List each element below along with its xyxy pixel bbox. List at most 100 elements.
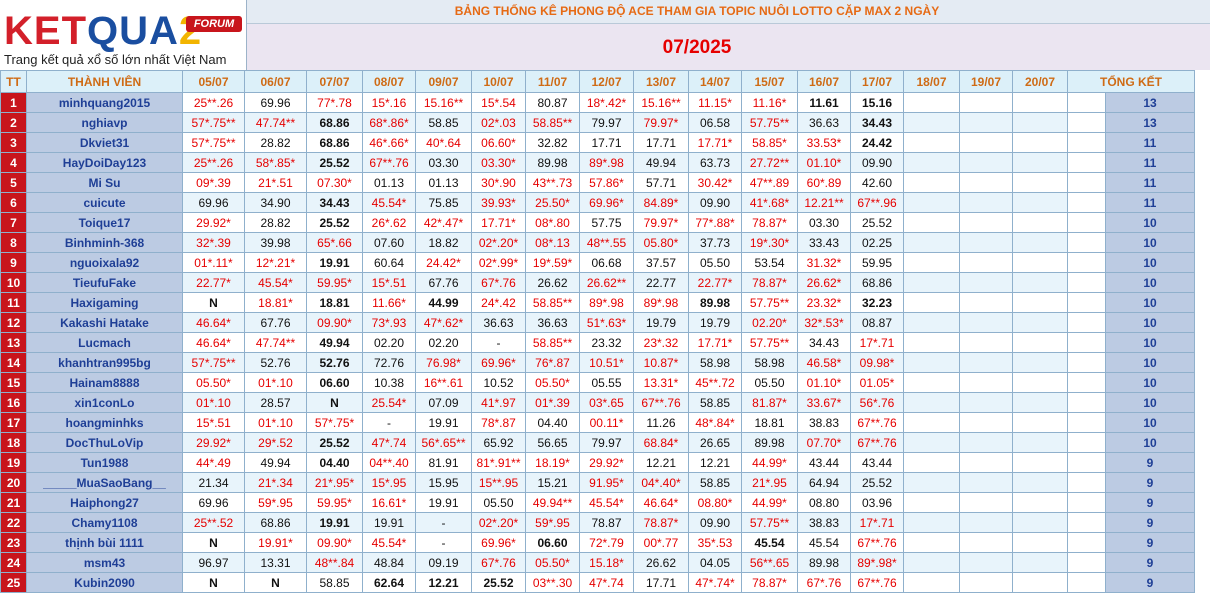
result-cell: 01.05* xyxy=(850,372,904,393)
empty-cell xyxy=(1012,112,1068,133)
member-name[interactable]: Dkviet31 xyxy=(26,132,183,153)
page-title: BẢNG THỐNG KÊ PHONG ĐỘ ACE THAM GIA TOPI… xyxy=(454,4,940,18)
member-name[interactable]: DocThuLoVip xyxy=(26,432,183,453)
member-name[interactable]: Mi Su xyxy=(26,172,183,193)
empty-cell xyxy=(1012,292,1068,313)
result-cell: 12.21 xyxy=(415,572,472,593)
result-cell: 09.90* xyxy=(306,312,363,333)
table-row: 16 xin1conLo 01*.10 28.57 N 25.54* 07.09 41*.97… xyxy=(0,392,1195,413)
result-cell: 79.97* xyxy=(633,212,689,233)
result-cell: 46*.66* xyxy=(362,132,416,153)
result-cell: 09*.39 xyxy=(182,172,245,193)
header-total: TỔNG KẾT xyxy=(1067,70,1195,93)
result-cell: 03.30* xyxy=(471,152,526,173)
result-cell: 01.13 xyxy=(415,172,472,193)
table-row: 22 Chamy1108 25**.52 68.86 19.91 19.91-02*.20… xyxy=(0,512,1195,533)
result-cell: 38.83 xyxy=(797,512,851,533)
stats-table: TT THÀNH VIÊN 05/07 06/07 07/07 08/07 09… xyxy=(0,70,1195,593)
result-cell: 21.34 xyxy=(182,472,245,493)
result-cell: 18*.42* xyxy=(579,92,634,113)
empty-cell xyxy=(959,432,1013,453)
result-cell: 25.50* xyxy=(525,192,580,213)
result-cell: 34.43 xyxy=(797,332,851,353)
table-row: 1 minhquang2015 25**.26 69.96 77*.78 15*.16 15… xyxy=(0,92,1195,113)
member-name[interactable]: thịnh bùi 1111 xyxy=(26,532,183,553)
result-cell: 01*.10 xyxy=(244,412,307,433)
result-cell: 17.71* xyxy=(688,332,742,353)
member-name[interactable]: minhquang2015 xyxy=(26,92,183,113)
result-cell: 15.16** xyxy=(633,92,689,113)
result-cell: 67*.76 xyxy=(471,552,526,573)
result-cell: 37.57 xyxy=(633,252,689,273)
total-score: 11 xyxy=(1105,152,1195,173)
total-score: 10 xyxy=(1105,232,1195,253)
total-score: 10 xyxy=(1105,372,1195,393)
member-name[interactable]: Kakashi Hatake xyxy=(26,312,183,333)
result-cell: 39.93* xyxy=(471,192,526,213)
result-cell: 19.91 xyxy=(362,512,416,533)
member-name[interactable]: Lucmach xyxy=(26,332,183,353)
result-cell: 69.96 xyxy=(244,92,307,113)
result-cell: 78.87* xyxy=(741,572,798,593)
result-cell: 26*.62 xyxy=(362,212,416,233)
result-cell: 15**.95 xyxy=(471,472,526,493)
member-name[interactable]: Toique17 xyxy=(26,212,183,233)
empty-cell xyxy=(903,432,960,453)
result-cell: 79.97* xyxy=(633,112,689,133)
total-score: 11 xyxy=(1105,192,1195,213)
result-cell: 59*.95 xyxy=(525,512,580,533)
empty-cell xyxy=(959,292,1013,313)
row-number: 3 xyxy=(0,132,27,153)
empty-cell xyxy=(903,452,960,473)
member-name[interactable]: cuicute xyxy=(26,192,183,213)
result-cell: 27.72** xyxy=(741,152,798,173)
empty-cell xyxy=(903,492,960,513)
total-spacer xyxy=(1067,372,1106,393)
result-cell: 68.86 xyxy=(306,112,363,133)
empty-cell xyxy=(1012,532,1068,553)
result-cell: 35*.53 xyxy=(688,532,742,553)
result-cell: 25.52 xyxy=(850,212,904,233)
table-row: 6 cuicute 69.96 34.90 34.43 45.54* 75.85 39.93*… xyxy=(0,192,1195,213)
member-name[interactable]: msm43 xyxy=(26,552,183,573)
result-cell: 69.96* xyxy=(471,532,526,553)
result-cell: 18.81 xyxy=(306,292,363,313)
table-row: 25 Kubin2090 N N 58.85 62.64 12.21 25.52 03**.30… xyxy=(0,572,1195,593)
member-name[interactable]: TieufuFake xyxy=(26,272,183,293)
result-cell: 11.66* xyxy=(362,292,416,313)
result-cell: 17.71 xyxy=(579,132,634,153)
result-cell: 36.63 xyxy=(797,112,851,133)
result-cell: 46.64* xyxy=(182,332,245,353)
member-name[interactable]: _____MuaSaoBang__ xyxy=(26,472,183,493)
member-name[interactable]: Chamy1108 xyxy=(26,512,183,533)
result-cell: 89.98 xyxy=(688,292,742,313)
total-score: 11 xyxy=(1105,132,1195,153)
member-name[interactable]: nghiavp xyxy=(26,112,183,133)
member-name[interactable]: hoangminhks xyxy=(26,412,183,433)
member-name[interactable]: Kubin2090 xyxy=(26,572,183,593)
member-name[interactable]: xin1conLo xyxy=(26,392,183,413)
member-name[interactable]: Hainam8888 xyxy=(26,372,183,393)
header-date: 14/07 xyxy=(688,70,742,93)
member-name[interactable]: Haiphong27 xyxy=(26,492,183,513)
result-cell: 58*.85* xyxy=(244,152,307,173)
total-spacer xyxy=(1067,312,1106,333)
row-number: 23 xyxy=(0,532,27,553)
member-name[interactable]: HayDoiDay123 xyxy=(26,152,183,173)
member-name[interactable]: Binhminh-368 xyxy=(26,232,183,253)
row-number: 20 xyxy=(0,472,27,493)
site-logo[interactable]: KETQUA2 FORUM Trang kết quả xổ số lớn nh… xyxy=(0,0,247,70)
result-cell: 09.90 xyxy=(688,512,742,533)
member-name[interactable]: khanhtran995bg xyxy=(26,352,183,373)
result-cell: 06.60 xyxy=(525,532,580,553)
result-cell: 67**.76 xyxy=(362,152,416,173)
empty-cell xyxy=(903,552,960,573)
result-cell: 39.98 xyxy=(244,232,307,253)
member-name[interactable]: nguoixala92 xyxy=(26,252,183,273)
member-name[interactable]: Haxigaming xyxy=(26,292,183,313)
empty-cell xyxy=(903,292,960,313)
member-name[interactable]: Tun1988 xyxy=(26,452,183,473)
result-cell: 73*.93 xyxy=(362,312,416,333)
header-date: 17/07 xyxy=(850,70,904,93)
header-date: 13/07 xyxy=(633,70,689,93)
